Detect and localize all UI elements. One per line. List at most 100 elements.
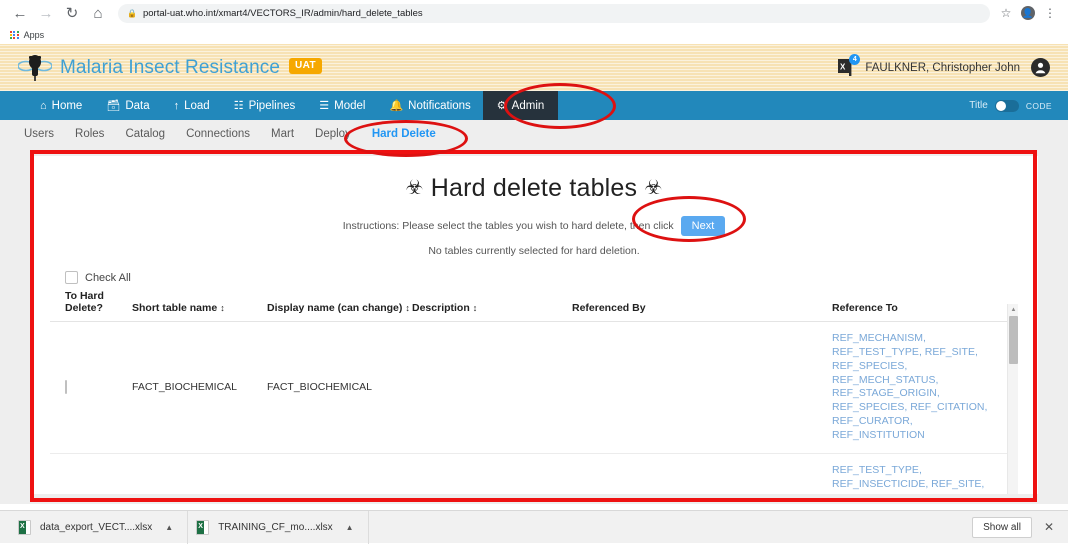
column-header-description[interactable]: Description ↕	[412, 284, 572, 322]
page-title-text: Hard delete tables	[430, 174, 638, 202]
row-checkbox-cell[interactable]	[50, 321, 132, 454]
scrollbar-thumb[interactable]	[1009, 316, 1018, 364]
download-item[interactable]: TRAINING_CF_mo....xlsx ▲	[188, 510, 369, 544]
bookmark-star-icon[interactable]: ☆	[996, 3, 1016, 23]
table-header-row: To Hard Delete? Short table name ↕ Displa…	[50, 284, 1018, 322]
sub-nav-item-catalog[interactable]: Catalog	[125, 128, 165, 140]
nav-item-label: Pipelines	[248, 99, 296, 112]
bookmarks-bar: Apps	[0, 26, 1068, 44]
reload-icon[interactable]: ↻	[60, 1, 84, 25]
env-badge: UAT	[289, 57, 323, 74]
reference-to-item[interactable]: REF_MECH_STATUS,	[832, 374, 1018, 388]
cell-short-table-name[interactable]: FACT_DISCRIMINATING	[132, 453, 267, 494]
reference-to-item[interactable]: REF_STAGE_ORIGIN,	[832, 387, 1018, 401]
nav-item-admin[interactable]: ⚙ Admin	[482, 91, 559, 120]
home-icon[interactable]: ⌂	[86, 1, 110, 25]
next-button[interactable]: Next	[680, 216, 726, 236]
reference-to-item[interactable]: REF_TEST_TYPE,	[832, 464, 1018, 478]
chevron-up-icon[interactable]: ▲	[165, 523, 173, 532]
back-arrow-icon[interactable]: ←	[8, 1, 32, 25]
nav-item-label: Admin	[511, 99, 545, 112]
nav-item-data[interactable]: 🗃 Data	[94, 91, 161, 120]
download-item[interactable]: data_export_VECT....xlsx ▲	[10, 510, 189, 544]
sub-nav-item-connections[interactable]: Connections	[186, 128, 250, 140]
selection-status-text: No tables currently selected for hard de…	[428, 245, 640, 257]
toggle-code-label: CODE	[1025, 100, 1052, 111]
check-all-row[interactable]: Check All	[50, 271, 1018, 284]
nav-item-load[interactable]: ↑ Load	[162, 91, 222, 120]
reference-to-item[interactable]: REF_SPECIES, REF_CITATION,	[832, 401, 1018, 415]
address-bar[interactable]: 🔒 portal-uat.who.int/xmart4/VECTORS_IR/a…	[118, 3, 990, 23]
reference-to-item[interactable]: REF_SPECIES,	[832, 360, 1018, 374]
sub-nav-item-deploy[interactable]: Deploy	[315, 128, 351, 140]
cell-reference-to: REF_TEST_TYPE, REF_INSECTICIDE, REF_SITE,…	[832, 453, 1018, 494]
nav-item-notifications[interactable]: 🔔 Notifications	[377, 91, 482, 120]
biohazard-icon: ☣	[644, 177, 663, 199]
show-all-button[interactable]: Show all	[972, 516, 1032, 538]
flag-notification-icon[interactable]: X 4	[836, 54, 861, 77]
cell-description	[412, 453, 572, 494]
column-label: Referenced By	[572, 302, 646, 314]
apps-grid-icon[interactable]	[10, 30, 19, 40]
hard-delete-table: To Hard Delete? Short table name ↕ Displa…	[50, 284, 1018, 494]
nav-item-label: Load	[184, 99, 210, 112]
toggle-knob	[995, 100, 1006, 111]
gear-icon: ⚙	[496, 100, 507, 112]
reference-to-item[interactable]: REF_INSTITUTION	[832, 429, 1018, 443]
user-avatar-icon[interactable]	[1031, 58, 1050, 77]
sort-icon[interactable]: ↕	[405, 303, 409, 313]
column-label: To Hard Delete?	[65, 290, 104, 314]
mosquito-logo-icon	[17, 53, 53, 83]
forward-arrow-icon[interactable]: →	[34, 1, 58, 25]
row-checkbox-cell[interactable]	[50, 453, 132, 494]
column-label: Short table name	[132, 302, 218, 314]
reference-to-item[interactable]: REF_INSECTICIDE, REF_SITE,	[832, 478, 1018, 492]
table-row: FACT_DISCRIMINATING FACT_DISCRIMINATING …	[50, 453, 1018, 494]
column-header-display-name[interactable]: Display name (can change) ↕	[267, 284, 412, 322]
biohazard-icon: ☣	[405, 177, 424, 199]
column-header-short-table-name[interactable]: Short table name ↕	[132, 284, 267, 322]
reference-to-item[interactable]: REF_TEST_TYPE, REF_SITE,	[832, 346, 1018, 360]
instructions-text: Instructions: Please select the tables y…	[342, 220, 674, 232]
tables-scroll-container[interactable]: To Hard Delete? Short table name ↕ Displa…	[50, 284, 1018, 494]
nav-item-label: Notifications	[408, 99, 471, 112]
close-icon[interactable]: ✕	[1044, 520, 1054, 534]
column-label: Display name (can change)	[267, 302, 403, 314]
cell-short-table-name[interactable]: FACT_BIOCHEMICAL	[132, 321, 267, 454]
scroll-up-arrow-icon[interactable]: ▲	[1008, 304, 1018, 315]
nav-item-model[interactable]: ☰ Model	[307, 91, 377, 120]
nav-item-pipelines[interactable]: ☷ Pipelines	[222, 91, 308, 120]
download-file-name: data_export_VECT....xlsx	[40, 521, 153, 533]
apps-bookmark-label[interactable]: Apps	[24, 30, 45, 40]
nav-item-label: Data	[125, 99, 150, 112]
three-dot-menu-icon[interactable]: ⋮	[1040, 3, 1060, 23]
sub-nav-item-hard-delete[interactable]: Hard Delete	[372, 128, 436, 140]
cell-referenced-by	[572, 453, 832, 494]
check-all-label: Check All	[85, 271, 131, 284]
chevron-up-icon[interactable]: ▲	[346, 523, 354, 532]
reference-to-item[interactable]: REF_CURATOR,	[832, 415, 1018, 429]
row-checkbox[interactable]	[65, 380, 67, 395]
cell-referenced-by	[572, 321, 832, 454]
main-navigation: ⌂ Home 🗃 Data ↑ Load ☷ Pipelines ☰ Model…	[0, 91, 1068, 120]
table-row: FACT_BIOCHEMICAL FACT_BIOCHEMICAL REF_ME…	[50, 321, 1018, 454]
reference-to-item[interactable]: REF_SPECIES,	[832, 492, 1018, 494]
svg-text:X: X	[840, 63, 846, 72]
sort-icon[interactable]: ↕	[220, 303, 224, 313]
cell-display-name: FACT_BIOCHEMICAL	[267, 321, 412, 454]
hard-delete-panel: ☣ Hard delete tables ☣ Instructions: Ple…	[30, 156, 1038, 494]
home-icon: ⌂	[40, 99, 47, 112]
cell-reference-to: REF_MECHANISM, REF_TEST_TYPE, REF_SITE, RE…	[832, 321, 1018, 454]
sub-nav-item-users[interactable]: Users	[24, 128, 54, 140]
sub-nav-item-mart[interactable]: Mart	[271, 128, 294, 140]
reference-to-item[interactable]: REF_MECHANISM,	[832, 332, 1018, 346]
check-all-checkbox[interactable]	[65, 271, 78, 284]
sort-icon[interactable]: ↕	[473, 303, 477, 313]
cell-display-name: FACT_DISCRIMINATING	[267, 453, 412, 494]
profile-avatar-icon[interactable]: 👤	[1018, 3, 1038, 23]
title-code-toggle[interactable]	[994, 99, 1019, 112]
sub-nav-item-roles[interactable]: Roles	[75, 128, 104, 140]
nav-item-home[interactable]: ⌂ Home	[28, 91, 94, 120]
table-vertical-scrollbar[interactable]: ▲ ▼	[1007, 304, 1018, 494]
column-header-to-hard-delete: To Hard Delete?	[50, 284, 132, 322]
